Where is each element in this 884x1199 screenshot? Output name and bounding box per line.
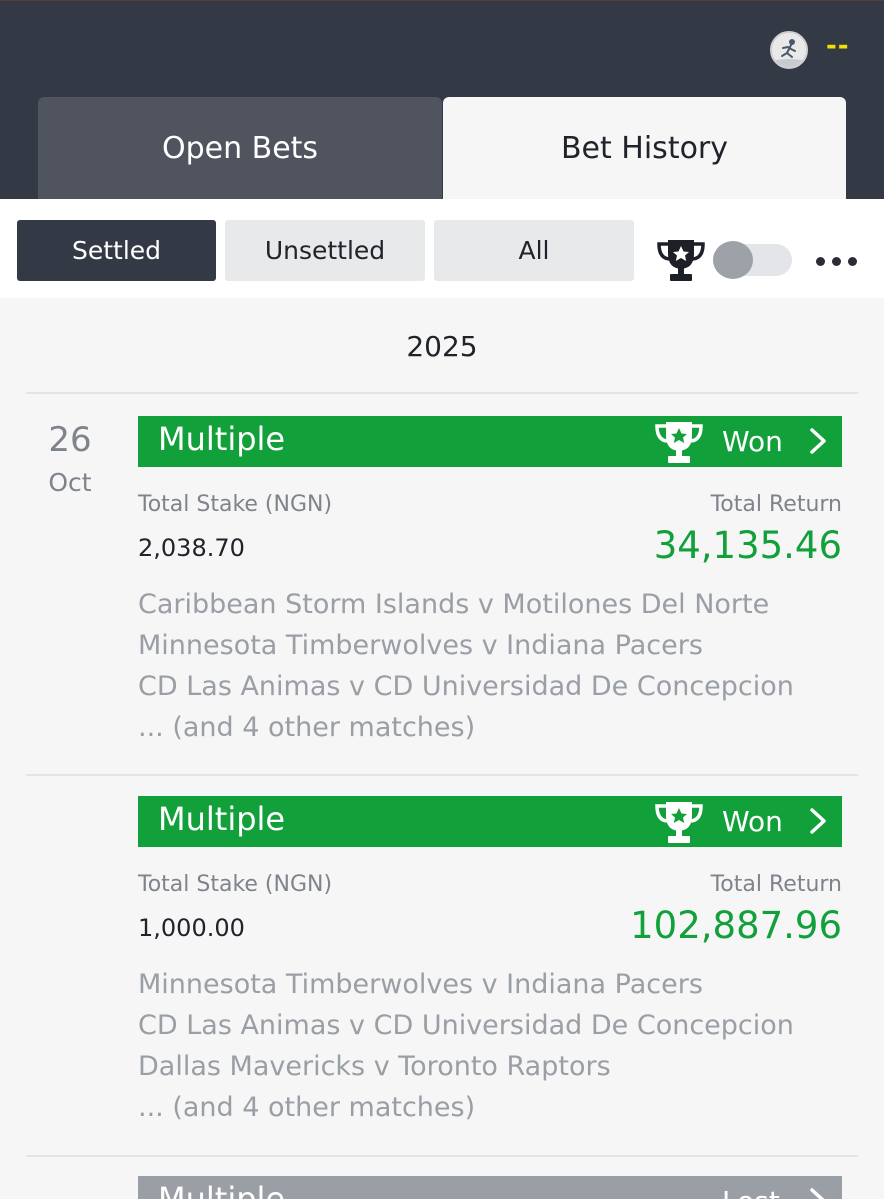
bet-card[interactable]: Multiple Lost <box>138 1176 842 1199</box>
runner-icon <box>772 39 806 67</box>
chevron-right-icon[interactable] <box>806 1187 830 1199</box>
trophy-icon[interactable] <box>656 238 706 282</box>
match-item: Dallas Mavericks v Toronto Raptors <box>138 1051 611 1082</box>
divider <box>26 774 858 776</box>
bet-card[interactable]: Multiple Won Total Stake (NGN) Total Ret… <box>138 796 842 1123</box>
stake-label: Total Stake (NGN) <box>138 872 333 897</box>
chevron-right-icon[interactable] <box>806 427 830 455</box>
match-item: CD Las Animas v CD Universidad De Concep… <box>138 671 794 702</box>
more-matches-note: ... (and 4 other matches) <box>138 712 476 743</box>
more-matches-note: ... (and 4 other matches) <box>138 1092 476 1123</box>
date-month: Oct <box>48 468 92 497</box>
return-label: Total Return <box>710 872 842 897</box>
bet-type: Multiple <box>158 1180 286 1199</box>
bet-header[interactable]: Multiple Lost <box>138 1176 842 1199</box>
app-header: -- Open Bets Bet History <box>0 0 884 200</box>
stake-value: 2,038.70 <box>138 534 245 562</box>
more-icon[interactable] <box>816 257 857 266</box>
bet-header[interactable]: Multiple Won <box>138 416 842 467</box>
return-label: Total Return <box>710 492 842 517</box>
result-status: Lost <box>722 1185 780 1199</box>
trophy-icon <box>655 422 703 463</box>
result-status: Won <box>722 805 783 838</box>
balance-display: -- <box>826 31 850 61</box>
filter-unsettled-button[interactable]: Unsettled <box>225 220 425 281</box>
trophy-icon <box>655 802 703 843</box>
avatar[interactable] <box>770 31 808 69</box>
return-value: 102,887.96 <box>630 904 842 947</box>
toggle-knob <box>713 241 753 279</box>
year-heading: 2025 <box>406 330 478 363</box>
match-list: Minnesota Timberwolves v Indiana Pacers … <box>138 964 842 1128</box>
match-list: Caribbean Storm Islands v Motilones Del … <box>138 584 842 748</box>
bet-type: Multiple <box>158 800 286 838</box>
bet-type: Multiple <box>158 420 286 458</box>
bet-card[interactable]: Multiple Won Total Stake (NGN) Total Ret… <box>138 416 842 743</box>
match-item: CD Las Animas v CD Universidad De Concep… <box>138 1010 794 1041</box>
result-status: Won <box>722 425 783 458</box>
match-item: Minnesota Timberwolves v Indiana Pacers <box>138 969 703 1000</box>
divider <box>26 392 858 394</box>
divider <box>26 1155 858 1157</box>
tab-bet-history[interactable]: Bet History <box>443 97 846 200</box>
filter-all-button[interactable]: All <box>434 220 634 281</box>
filter-settled-button[interactable]: Settled <box>17 220 216 281</box>
bet-header[interactable]: Multiple Won <box>138 796 842 847</box>
date-day: 26 <box>48 420 92 460</box>
stake-label: Total Stake (NGN) <box>138 492 333 517</box>
won-only-toggle[interactable] <box>713 241 792 279</box>
chevron-right-icon[interactable] <box>806 807 830 835</box>
match-item: Minnesota Timberwolves v Indiana Pacers <box>138 630 703 661</box>
stake-value: 1,000.00 <box>138 914 245 942</box>
match-item: Caribbean Storm Islands v Motilones Del … <box>138 589 770 620</box>
tab-open-bets[interactable]: Open Bets <box>38 97 442 200</box>
return-value: 34,135.46 <box>653 524 842 567</box>
